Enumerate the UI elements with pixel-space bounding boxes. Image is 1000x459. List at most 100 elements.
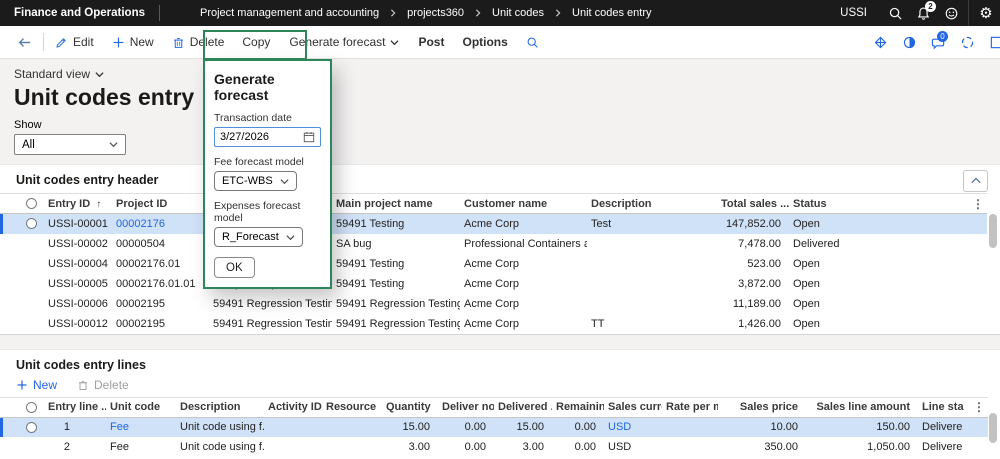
cell-link[interactable]: 00002176 bbox=[112, 214, 209, 234]
column-header[interactable]: Delivered ... bbox=[494, 397, 552, 417]
breadcrumb-item-group[interactable]: Unit codes bbox=[492, 7, 544, 19]
messages-bubble-icon[interactable]: 0 bbox=[927, 31, 949, 53]
expand-window-icon[interactable] bbox=[985, 31, 1000, 53]
cell-link[interactable]: Fee bbox=[106, 417, 176, 437]
new-button[interactable]: New bbox=[103, 26, 163, 58]
back-button[interactable] bbox=[8, 26, 41, 58]
cell: Open bbox=[789, 214, 969, 234]
table-row[interactable]: USSI-000010000217659491 TestingAcme Corp… bbox=[0, 214, 987, 234]
column-header[interactable]: Remaining... bbox=[552, 397, 604, 417]
cell: 1 bbox=[44, 417, 106, 437]
column-header[interactable]: Customer name bbox=[460, 194, 587, 214]
generate-forecast-button[interactable]: Generate forecast bbox=[279, 26, 409, 58]
page-title: Unit codes entry bbox=[14, 84, 1000, 111]
cell: 0.00 bbox=[552, 417, 604, 437]
cell: 15.00 bbox=[494, 417, 552, 437]
cell bbox=[587, 254, 717, 274]
actionbar-search-icon[interactable] bbox=[517, 26, 548, 58]
refresh-icon[interactable] bbox=[956, 31, 978, 53]
lines-delete-button-disabled[interactable]: Delete bbox=[77, 378, 129, 392]
column-header[interactable]: Status bbox=[789, 194, 969, 214]
cell: 00000504 bbox=[112, 234, 209, 254]
column-header[interactable]: Sales price bbox=[718, 397, 806, 417]
column-header[interactable]: Deliver no... bbox=[438, 397, 494, 417]
breadcrumb-item-area[interactable]: projects360 bbox=[407, 7, 464, 19]
breadcrumb-item-page[interactable]: Unit codes entry bbox=[572, 7, 651, 19]
delete-label: Delete bbox=[190, 35, 225, 49]
column-header[interactable]: Description bbox=[176, 397, 264, 417]
app-brand-link[interactable]: Finance and Operations bbox=[0, 7, 159, 19]
edit-button[interactable]: Edit bbox=[46, 26, 103, 58]
column-header[interactable]: Total sales ... bbox=[717, 194, 789, 214]
feedback-smiley-icon[interactable] bbox=[937, 0, 965, 26]
fee-forecast-model-select[interactable]: ETC-WBS bbox=[214, 171, 297, 191]
cell: 10.00 bbox=[718, 417, 806, 437]
column-header[interactable]: Main project name bbox=[332, 194, 460, 214]
cell-link[interactable]: USD bbox=[604, 417, 662, 437]
notifications-bell-icon[interactable]: 2 bbox=[909, 0, 937, 26]
cell: Acme Corp bbox=[460, 254, 587, 274]
column-header[interactable]: Sales line amount bbox=[806, 397, 918, 417]
collapse-section-button[interactable] bbox=[963, 170, 988, 192]
column-header[interactable]: Description bbox=[587, 194, 717, 214]
row-select-cell[interactable] bbox=[0, 214, 44, 234]
expenses-forecast-model-select[interactable]: R_Forecast bbox=[214, 227, 303, 247]
column-header[interactable]: Sales curre... bbox=[604, 397, 662, 417]
row-select-cell[interactable] bbox=[0, 417, 44, 437]
table-row[interactable]: 2FeeUnit code using f...3.000.003.000.00… bbox=[0, 437, 988, 457]
search-icon[interactable] bbox=[881, 0, 909, 26]
diamond-navigation-icon[interactable] bbox=[869, 31, 891, 53]
row-more-cell bbox=[969, 314, 987, 334]
transaction-date-input[interactable]: 3/27/2026 bbox=[214, 127, 321, 147]
view-selector[interactable]: Standard view bbox=[14, 67, 104, 81]
chevron-down-icon bbox=[95, 70, 104, 79]
column-header[interactable]: Quantity bbox=[382, 397, 438, 417]
table-row[interactable]: USSI-000060000219559491 Regression Testi… bbox=[0, 294, 987, 314]
row-select-radio[interactable] bbox=[26, 422, 37, 433]
show-filter-select[interactable]: All bbox=[14, 134, 126, 155]
options-button[interactable]: Options bbox=[453, 26, 516, 58]
generate-forecast-label: Generate forecast bbox=[289, 35, 385, 49]
column-header[interactable]: Line sta bbox=[918, 397, 970, 417]
breadcrumb-item-module[interactable]: Project management and accounting bbox=[200, 7, 379, 19]
cell: 59491 Regression Testing bbox=[332, 294, 460, 314]
column-options-icon[interactable]: ⋮ bbox=[973, 400, 985, 414]
table-row[interactable]: USSI-0000400002176.01Exp Testing _ Copy … bbox=[0, 254, 987, 274]
chevron-up-icon bbox=[971, 176, 981, 186]
column-header[interactable]: Entry line ... bbox=[44, 397, 106, 417]
transaction-date-value: 3/27/2026 bbox=[220, 131, 269, 143]
company-picker[interactable]: USSI bbox=[840, 7, 867, 19]
options-label: Options bbox=[462, 35, 507, 49]
unit-codes-entry-header-section: Unit codes entry header Entry ID↑Project… bbox=[0, 164, 1000, 335]
post-button[interactable]: Post bbox=[409, 26, 453, 58]
ok-button[interactable]: OK bbox=[214, 257, 255, 278]
column-header[interactable]: Unit code bbox=[106, 397, 176, 417]
settings-gear-icon[interactable]: ⚙ bbox=[972, 0, 1000, 26]
table-row[interactable]: USSI-0000500002176.01.01Fee plus Exp5949… bbox=[0, 274, 987, 294]
calendar-icon[interactable] bbox=[303, 131, 315, 143]
table-row[interactable]: 1FeeUnit code using f...15.000.0015.000.… bbox=[0, 417, 988, 437]
topbar-right-actions: USSI 2 ⚙ bbox=[840, 0, 1000, 26]
column-options-icon[interactable]: ⋮ bbox=[972, 197, 984, 211]
fee-forecast-model-label: Fee forecast model bbox=[214, 156, 321, 168]
generate-forecast-dialog: Generate forecast Transaction date 3/27/… bbox=[203, 59, 332, 289]
vertical-scrollbar-thumb[interactable] bbox=[989, 413, 997, 443]
lines-new-button[interactable]: New bbox=[16, 378, 57, 392]
copy-button[interactable]: Copy bbox=[233, 26, 279, 58]
column-header[interactable]: Activity ID bbox=[264, 397, 322, 417]
contrast-view-icon[interactable] bbox=[898, 31, 920, 53]
row-more-cell bbox=[969, 234, 987, 254]
select-all-radio[interactable] bbox=[26, 198, 37, 209]
row-select-radio[interactable] bbox=[26, 218, 37, 229]
vertical-scrollbar-thumb[interactable] bbox=[989, 214, 997, 248]
table-row[interactable]: USSI-000120000219559491 Regression Testi… bbox=[0, 314, 987, 334]
column-header[interactable]: Rate per m... bbox=[662, 397, 718, 417]
cell: 7,478.00 bbox=[717, 234, 789, 254]
column-header[interactable]: Resource bbox=[322, 397, 382, 417]
table-row[interactable]: USSI-0000200000504SA bugSA bugProfession… bbox=[0, 234, 987, 254]
column-header[interactable]: Project ID bbox=[112, 194, 209, 214]
cell: 350.00 bbox=[718, 437, 806, 457]
column-header[interactable]: Entry ID↑ bbox=[44, 194, 112, 214]
delete-button[interactable]: Delete bbox=[163, 26, 234, 58]
select-all-radio[interactable] bbox=[26, 402, 37, 413]
